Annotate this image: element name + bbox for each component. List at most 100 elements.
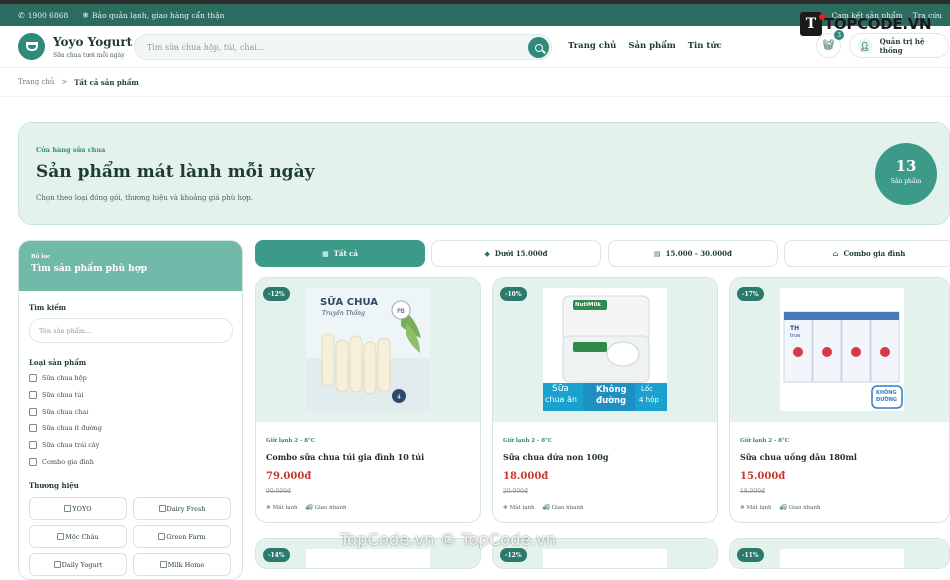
checkbox[interactable] [29, 441, 37, 449]
account-label: Quản trị hệ thống [879, 36, 925, 55]
hero-banner: Cửa hàng sữa chua Sản phẩm mát lành mỗi … [18, 122, 950, 225]
type-option[interactable]: Combo gia đình [29, 458, 94, 466]
header-search [134, 34, 552, 60]
checkbox[interactable] [159, 561, 167, 568]
svg-text:4: 4 [397, 394, 401, 401]
phone-info[interactable]: ✆ 1900 6868 [18, 11, 68, 20]
cold-tag-label: Mát lạnh [509, 505, 535, 511]
brand-option-label: Green Farm [166, 532, 206, 541]
page-title: Sản phẩm mát lành mỗi ngày [36, 162, 315, 182]
brand-label: Thương hiệu [29, 481, 79, 490]
product-price: 79.000đ [266, 471, 312, 482]
product-card[interactable]: -11% [729, 538, 950, 569]
product-count-unit: Sản phẩm [890, 178, 922, 185]
nav-products[interactable]: Sản phẩm [628, 41, 675, 51]
product-card[interactable]: NutiMilk Sữa chua ăn Không đường Lốc 4 h… [492, 277, 718, 523]
type-option[interactable]: Sữa chua trái cây [29, 441, 99, 449]
brand-option[interactable]: Dairy Fresh [133, 497, 231, 520]
checkbox[interactable] [53, 561, 61, 568]
checkbox[interactable] [57, 533, 65, 540]
notice-text: Bảo quản lạnh, giao hàng cẩn thận [91, 11, 225, 20]
type-label: Loại sản phẩm [29, 358, 87, 367]
search-button[interactable] [528, 37, 549, 58]
discount-badge: -12% [263, 287, 290, 301]
tab-family-combo[interactable]: ⌂ Combo gia đình [784, 240, 950, 267]
brand-option[interactable]: Green Farm [133, 525, 231, 548]
watermark-logo-text: TOPCODE.VN [824, 15, 932, 33]
product-name[interactable]: Sữa chua dứa non 100g [503, 452, 608, 462]
type-option-label: Sữa chua ít đường [42, 424, 102, 432]
checkbox[interactable] [29, 424, 37, 432]
delivery-tag-label: Giao nhanh [551, 505, 584, 511]
type-option-label: Sữa chua chai [42, 408, 89, 416]
product-image-subtitle: Truyền Thống [322, 310, 365, 317]
brand-option[interactable]: Milk Home [133, 553, 231, 576]
type-option-label: Combo gia đình [42, 458, 94, 466]
product-name[interactable]: Sữa chua uống dâu 180ml [740, 452, 857, 462]
product-old-price: 18.000đ [740, 488, 765, 495]
type-option[interactable]: Sữa chua ít đường [29, 424, 102, 432]
product-image[interactable] [543, 549, 667, 568]
type-option[interactable]: Sữa chua túi [29, 391, 83, 399]
discount-badge: -12% [500, 548, 527, 562]
truck-icon: 🚚︎ [305, 505, 313, 511]
checkbox[interactable] [29, 458, 37, 466]
product-image[interactable] [306, 549, 430, 568]
notice-info: ❄ Bảo quản lạnh, giao hàng cẩn thận [82, 11, 224, 20]
product-image-title: SỮA CHUA [320, 297, 379, 308]
type-option[interactable]: Sữa chua hộp [29, 374, 87, 382]
cold-tag-label: Mát lạnh [272, 505, 298, 511]
search-icon [534, 43, 543, 52]
filter-header: Bộ lọc Tìm sản phẩm phù hợp [19, 241, 242, 291]
breadcrumb-current: Tất cả sản phẩm [74, 78, 139, 87]
product-name[interactable]: Combo sữa chua túi gia đình 10 túi [266, 452, 424, 462]
checkbox[interactable] [29, 408, 37, 416]
product-image-area: NutiMilk Sữa chua ăn Không đường Lốc 4 h… [493, 278, 717, 422]
product-image[interactable]: PB 4 SỮA CHUA Truyền Thống [306, 288, 430, 411]
checkbox[interactable] [158, 533, 166, 540]
type-option-label: Sữa chua túi [42, 391, 84, 399]
tab-15000-30000[interactable]: ▤ 15.000 - 30.000đ [608, 240, 778, 267]
product-count-badge: 13 Sản phẩm [875, 143, 937, 205]
brand-option[interactable]: YOYO [29, 497, 127, 520]
product-search-input[interactable] [29, 318, 233, 343]
product-price: 18.000đ [503, 471, 549, 482]
delivery-tag-label: Giao nhanh [788, 505, 821, 511]
checkbox[interactable] [29, 374, 37, 382]
tab-all[interactable]: ▦ Tất cả [255, 240, 425, 267]
account-menu[interactable]: 👤︎ Quản trị hệ thống [849, 33, 949, 58]
checkbox[interactable] [64, 505, 72, 512]
image-label-right-2: 4 hộp [639, 396, 659, 404]
logo-icon[interactable] [18, 33, 45, 60]
header-search-input[interactable] [147, 35, 507, 60]
product-image[interactable]: TH true KHÔNG ĐƯỜNG [780, 288, 904, 411]
checkbox[interactable] [158, 505, 166, 512]
brand-option-label: Daily Yogurt [61, 560, 103, 569]
tab-under-15000[interactable]: ◆ Dưới 15.000đ [431, 240, 601, 267]
truck-icon: 🚚︎ [779, 505, 787, 511]
product-image[interactable] [780, 549, 904, 568]
image-badge-line-2: ĐƯỜNG [876, 397, 898, 403]
filter-sidebar: Bộ lọc Tìm sản phẩm phù hợp Tìm kiếm Loạ… [18, 240, 243, 580]
phone-icon: ✆ [18, 11, 25, 20]
nav-home[interactable]: Trang chủ [568, 41, 616, 51]
product-tags: ❄ Mát lạnh 🚚︎ Giao nhanh [266, 505, 347, 511]
brand-option[interactable]: Daily Yogurt [29, 553, 127, 576]
topcode-watermark-logo: T TOPCODE.VN [800, 12, 932, 36]
product-card[interactable]: PB 4 SỮA CHUA Truyền Thống -12% Giữ lạnh… [255, 277, 481, 523]
checkbox[interactable] [29, 391, 37, 399]
brand-option[interactable]: Mộc Châu [29, 525, 127, 548]
tab-label: Dưới 15.000đ [494, 249, 548, 258]
product-card[interactable]: TH true KHÔNG ĐƯỜNG -17% Giữ lạnh 2 - 8°… [729, 277, 950, 523]
product-old-price: 20.000đ [503, 488, 528, 495]
nav-news[interactable]: Tin tức [688, 41, 722, 51]
user-icon: 👤︎ [858, 38, 872, 53]
product-image[interactable]: NutiMilk Sữa chua ăn Không đường Lốc 4 h… [543, 288, 667, 411]
type-option[interactable]: Sữa chua chai [29, 408, 88, 416]
breadcrumb-home[interactable]: Trang chủ [18, 78, 54, 87]
product-tags: ❄ Mát lạnh 🚚︎ Giao nhanh [503, 505, 584, 511]
snowflake-icon: ❄ [82, 11, 89, 20]
tag-icon: ◆ [484, 249, 490, 258]
watermark-text: TopCode.vn © TopCode.vn [340, 530, 557, 549]
brand-name[interactable]: Yoyo Yogurt [53, 35, 132, 49]
